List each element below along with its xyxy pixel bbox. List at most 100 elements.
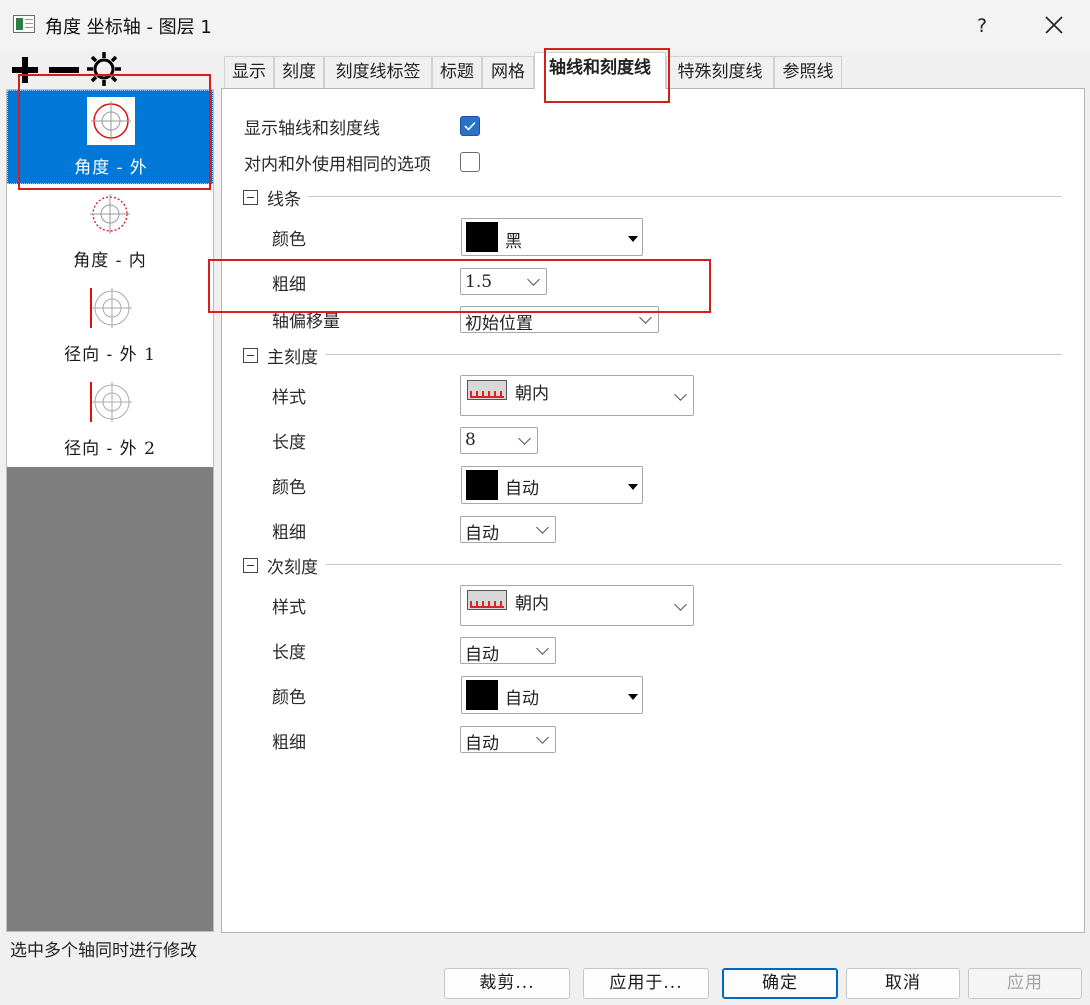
minor-section-collapse-toggle[interactable] (243, 558, 258, 573)
axis-item-label: 径向 - 外 2 (64, 439, 156, 459)
axis-list-items: 角度 - 外 角度 - 内 径向 - 外 1 径向 - 外 2 (7, 90, 213, 467)
settings-button[interactable] (84, 50, 124, 88)
tick-style-icon (467, 380, 507, 400)
minor-thickness-label: 粗细 (272, 733, 306, 753)
chevron-down-icon (674, 598, 687, 611)
polar-axis-icon (86, 284, 134, 332)
app-icon (13, 15, 35, 33)
tab-title[interactable]: 标题 (432, 56, 482, 89)
tab-grid[interactable]: 网格 (482, 56, 534, 89)
chevron-down-icon (527, 273, 540, 286)
close-button[interactable] (1032, 8, 1076, 44)
remove-axis-button[interactable] (46, 54, 82, 86)
status-hint: 选中多个轴同时进行修改 (10, 941, 197, 961)
dropdown-arrow-icon (628, 236, 638, 242)
axis-offset-select[interactable]: 初始位置 (460, 306, 659, 334)
line-thickness-value: 1.5 (465, 272, 493, 292)
major-color-value: 自动 (505, 479, 539, 499)
major-thickness-value: 自动 (465, 524, 499, 544)
minor-color-dropdown[interactable]: 自动 (461, 676, 643, 714)
chevron-down-icon (674, 388, 687, 401)
line-color-value: 黑 (505, 232, 522, 252)
minor-section-title: 次刻度 (267, 558, 318, 578)
same-options-checkbox[interactable] (460, 152, 480, 172)
major-color-dropdown[interactable]: 自动 (461, 466, 643, 504)
tab-line-and-ticks[interactable]: 轴线和刻度线 (534, 52, 666, 89)
major-style-select[interactable]: 朝内 (460, 375, 694, 416)
ok-button[interactable]: 确定 (722, 968, 838, 999)
color-swatch (466, 680, 498, 710)
section-divider (326, 564, 1062, 565)
axis-list[interactable]: 角度 - 外 角度 - 内 径向 - 外 1 径向 - 外 2 (6, 89, 214, 932)
chevron-down-icon (518, 432, 531, 445)
tab-scale[interactable]: 刻度 (274, 56, 324, 89)
minor-style-label: 样式 (272, 598, 306, 618)
minor-thickness-select[interactable]: 自动 (460, 726, 556, 754)
minor-color-label: 颜色 (272, 688, 306, 708)
color-swatch (466, 470, 498, 500)
minor-style-select[interactable]: 朝内 (460, 585, 694, 626)
minor-length-select[interactable]: 自动 (460, 637, 556, 665)
help-button[interactable]: ? (962, 10, 1002, 42)
minor-thickness-value: 自动 (465, 734, 499, 754)
chevron-down-icon (536, 642, 549, 655)
tick-style-icon (467, 590, 507, 610)
minor-style-value: 朝内 (515, 594, 549, 614)
tab-special-ticks[interactable]: 特殊刻度线 (666, 56, 774, 89)
same-options-label: 对内和外使用相同的选项 (244, 155, 431, 175)
axis-offset-value: 初始位置 (465, 314, 533, 334)
apply-to-button[interactable]: 应用于... (583, 968, 709, 999)
show-axis-checkbox[interactable] (460, 116, 480, 136)
settings-panel (221, 88, 1085, 933)
dropdown-arrow-icon (628, 484, 638, 490)
axis-offset-label: 轴偏移量 (272, 312, 340, 332)
major-thickness-select[interactable]: 自动 (460, 516, 556, 544)
polar-axis-icon (87, 97, 135, 145)
check-icon (464, 121, 476, 131)
settings-icon (87, 52, 121, 86)
major-section-title: 主刻度 (267, 348, 318, 368)
chevron-down-icon (536, 731, 549, 744)
major-style-label: 样式 (272, 388, 306, 408)
window-title: 角度 坐标轴 - 图层 1 (45, 17, 212, 38)
remove-icon (49, 67, 79, 73)
line-color-dropdown[interactable]: 黑 (461, 218, 643, 256)
line-section-title: 线条 (267, 190, 301, 210)
major-color-label: 颜色 (272, 478, 306, 498)
axis-item-radial-outer-1[interactable]: 径向 - 外 1 (7, 278, 213, 372)
title-bar: 角度 坐标轴 - 图层 1 ? (0, 0, 1090, 52)
line-section-collapse-toggle[interactable] (243, 190, 258, 205)
polar-axis-icon (86, 190, 134, 238)
major-length-value: 8 (465, 430, 476, 450)
add-icon (12, 57, 38, 83)
tab-display[interactable]: 显示 (224, 56, 274, 89)
tab-reference-lines[interactable]: 参照线 (774, 56, 842, 89)
chevron-down-icon (639, 311, 652, 324)
axis-item-label: 角度 - 外 (74, 158, 148, 178)
close-icon (1045, 16, 1063, 34)
line-thickness-select[interactable]: 1.5 (460, 268, 547, 295)
add-axis-button[interactable] (8, 54, 44, 86)
tab-tick-labels[interactable]: 刻度线标签 (324, 56, 432, 89)
polar-axis-icon (86, 378, 134, 426)
minor-length-value: 自动 (465, 645, 499, 665)
section-divider (308, 196, 1062, 197)
axis-item-label: 径向 - 外 1 (64, 345, 156, 365)
line-color-label: 颜色 (272, 230, 306, 250)
line-thickness-label: 粗细 (272, 275, 306, 295)
color-swatch (466, 222, 498, 252)
major-style-value: 朝内 (515, 384, 549, 404)
major-length-label: 长度 (272, 433, 306, 453)
major-length-select[interactable]: 8 (460, 427, 538, 454)
apply-button[interactable]: 应用 (968, 968, 1082, 999)
axis-item-radial-outer-2[interactable]: 径向 - 外 2 (7, 372, 213, 466)
axis-item-angle-outer[interactable]: 角度 - 外 (7, 90, 213, 184)
crop-button[interactable]: 裁剪... (444, 968, 570, 999)
major-section-collapse-toggle[interactable] (243, 348, 258, 363)
section-divider (326, 354, 1062, 355)
axis-item-angle-inner[interactable]: 角度 - 内 (7, 184, 213, 278)
cancel-button[interactable]: 取消 (846, 968, 960, 999)
minor-length-label: 长度 (272, 643, 306, 663)
chevron-down-icon (536, 521, 549, 534)
major-thickness-label: 粗细 (272, 523, 306, 543)
